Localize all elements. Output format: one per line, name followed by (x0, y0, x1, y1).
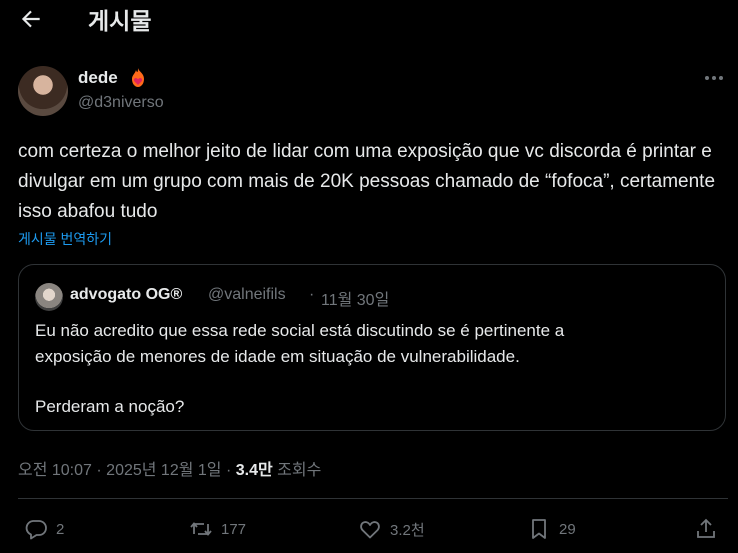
tweet-meta: 오전 10:07 · 2025년 12월 1일 · 3.4만 조회수 (18, 456, 321, 480)
reply-icon (25, 520, 47, 540)
author-name[interactable]: dede (78, 68, 118, 88)
reply-count: 2 (56, 520, 65, 538)
quoted-tweet[interactable]: advogato OG® @valneifils · 11월 30일 Eu nã… (18, 264, 726, 431)
quoted-text-line: Eu não acredito que essa rede social est… (35, 321, 565, 340)
reply-button[interactable]: 2 (24, 514, 64, 544)
top-bar: 게시물 (0, 0, 738, 40)
like-count: 3.2천 (390, 521, 425, 539)
bookmark-count: 29 (559, 520, 576, 538)
quoted-text-line: Perderam a noção? (35, 397, 185, 416)
share-button[interactable] (694, 514, 726, 544)
share-icon (697, 518, 715, 538)
quoted-author-name[interactable]: advogato OG® (70, 286, 182, 304)
avatar[interactable] (18, 66, 68, 116)
retweet-button[interactable]: 177 (189, 514, 246, 544)
quoted-author-handle[interactable]: @valneifils (208, 286, 286, 304)
quoted-avatar[interactable] (35, 283, 63, 311)
quoted-text-line: exposição de menores de idade em situaçã… (35, 347, 520, 366)
fire-heart-icon (132, 68, 144, 87)
tweet-text: com certeza o melhor jeito de lidar com … (18, 141, 716, 222)
quoted-date[interactable]: 11월 30일 (321, 286, 389, 310)
page-title: 게시물 (88, 8, 152, 34)
meta-separator: · (225, 462, 232, 479)
author-handle[interactable]: @d3niverso (78, 94, 164, 112)
quoted-separator: · (309, 286, 315, 303)
divider (18, 498, 728, 499)
back-arrow-icon[interactable] (18, 6, 44, 32)
heart-icon (360, 521, 380, 539)
retweet-icon (190, 522, 212, 536)
retweet-count: 177 (221, 520, 247, 538)
view-count-label: 조회수 (277, 462, 322, 479)
more-options-icon[interactable] (700, 66, 728, 90)
post-date[interactable]: 2025년 12월 1일 (106, 462, 221, 479)
view-count: 3.4만 (235, 462, 273, 479)
meta-separator: · (96, 462, 102, 479)
like-button[interactable]: 3.2천 (358, 514, 425, 544)
bookmark-button[interactable]: 29 (527, 514, 576, 544)
post-time[interactable]: 오전 10:07 (18, 462, 92, 479)
translate-post-link[interactable]: 게시물 번역하기 (18, 229, 112, 249)
bookmark-icon (532, 519, 546, 539)
